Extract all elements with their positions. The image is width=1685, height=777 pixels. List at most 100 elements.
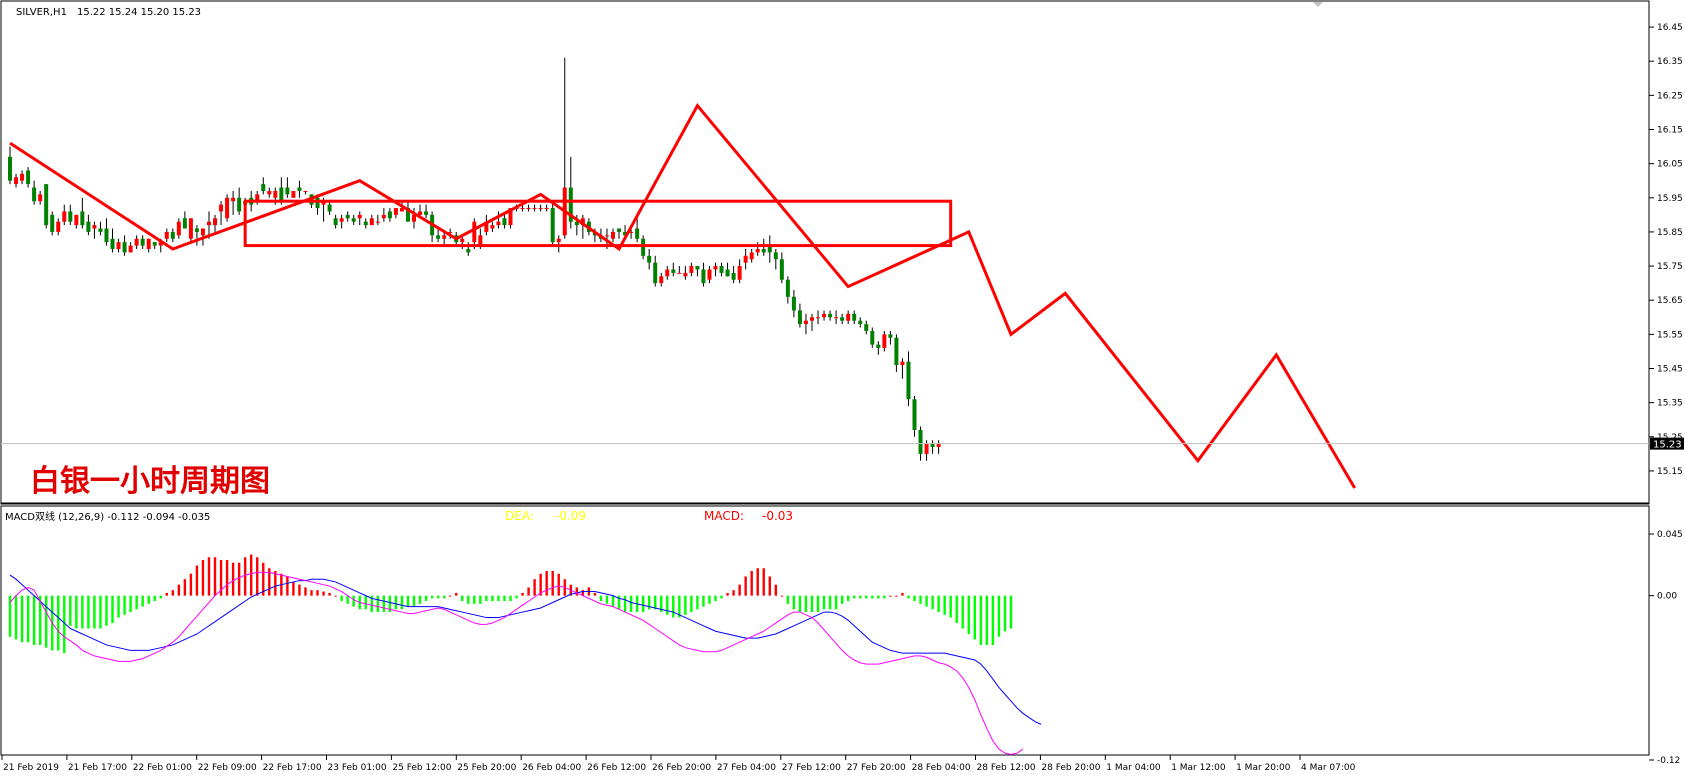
- candle-body: [116, 242, 121, 249]
- macd-histogram-bar: [967, 595, 970, 634]
- macd-histogram-bar: [798, 595, 802, 613]
- candle-body: [665, 269, 670, 277]
- candle-body: [345, 214, 350, 219]
- candle-body: [701, 269, 706, 284]
- macd-histogram-bar: [943, 595, 946, 615]
- macd-histogram-bar: [135, 595, 138, 610]
- macd-histogram-bar: [105, 595, 108, 626]
- candle-body: [62, 211, 67, 222]
- candle-body: [550, 208, 555, 243]
- macd-histogram-bar: [726, 592, 729, 596]
- candle-body: [219, 204, 224, 212]
- candle-body: [779, 259, 784, 280]
- macd-histogram-bar: [865, 595, 868, 599]
- price-tick-label: 15.65: [1657, 296, 1683, 306]
- macd-histogram-bar: [32, 595, 36, 645]
- candle-body: [182, 218, 187, 229]
- macd-histogram-bar: [895, 595, 898, 597]
- candle-body: [267, 190, 272, 195]
- candle-body: [291, 190, 296, 198]
- macd-histogram-bar: [816, 595, 820, 613]
- macd-histogram-bar: [804, 595, 808, 613]
- candle-body: [68, 211, 73, 222]
- price-tick-label: 15.55: [1657, 330, 1683, 340]
- candle-body: [876, 344, 881, 349]
- candle-body: [110, 238, 115, 249]
- candle-body: [369, 218, 374, 226]
- macd-histogram-bar: [545, 570, 548, 596]
- candle-body: [38, 194, 43, 202]
- time-tick-label: 21 Feb 2019: [3, 763, 59, 773]
- macd-histogram-bar: [183, 579, 187, 596]
- macd-histogram-bar: [406, 595, 410, 607]
- macd-histogram-bar: [605, 595, 609, 604]
- macd-histogram-bar: [243, 557, 247, 596]
- macd-histogram-bar: [322, 591, 325, 596]
- candle-body: [882, 334, 887, 349]
- macd-histogram-bar: [479, 595, 482, 604]
- macd-histogram-bar: [732, 590, 735, 596]
- macd-histogram-bar: [840, 595, 844, 604]
- macd-histogram-bar: [515, 595, 518, 599]
- macd-histogram-bar: [44, 595, 48, 648]
- macd-histogram-bar: [846, 595, 850, 602]
- macd-histogram-bar: [147, 595, 150, 604]
- macd-histogram-bar: [87, 595, 90, 629]
- candle-body: [200, 228, 205, 236]
- candle-body: [689, 266, 694, 273]
- macd-histogram-bar: [424, 595, 428, 602]
- macd-histogram-bar: [473, 595, 476, 604]
- candle-body: [261, 184, 266, 191]
- overlay-title: 白银一小时周期图: [30, 464, 270, 499]
- macd-histogram-bar: [189, 573, 193, 596]
- price-tick-label: 15.45: [1657, 365, 1683, 375]
- macd-histogram-bar: [641, 595, 645, 613]
- macd-histogram-bar: [738, 584, 741, 596]
- macd-histogram-bar: [442, 595, 446, 599]
- macd-histogram-bar: [99, 595, 102, 629]
- time-tick-label: 23 Feb 01:00: [328, 763, 387, 773]
- candle-body: [604, 235, 609, 237]
- candle-body: [134, 238, 139, 246]
- candle-body: [26, 170, 31, 185]
- time-tick-label: 27 Feb 12:00: [782, 763, 841, 773]
- macd-histogram-bar: [111, 595, 114, 624]
- macd-histogram-bar: [316, 590, 319, 596]
- macd-histogram-bar: [69, 595, 72, 626]
- time-tick-label: 27 Feb 20:00: [847, 763, 906, 773]
- candle-body: [44, 184, 49, 226]
- macd-histogram-bar: [207, 557, 211, 596]
- macd-histogram-bar: [376, 595, 380, 613]
- macd-histogram-bar: [20, 595, 24, 643]
- macd-histogram-bar: [985, 595, 989, 645]
- macd-histogram-bar: [828, 595, 832, 610]
- time-tick-label: 21 Feb 17:00: [68, 763, 127, 773]
- candle-body: [86, 221, 91, 232]
- candle-body: [213, 218, 218, 226]
- macd-histogram-bar: [611, 595, 615, 607]
- macd-histogram-bar: [400, 595, 404, 610]
- price-tick-label: 15.35: [1657, 399, 1683, 409]
- price-tick-label: 16.35: [1657, 57, 1683, 67]
- time-tick-label: 27 Feb 04:00: [717, 763, 776, 773]
- macd-histogram-bar: [304, 587, 307, 596]
- candle-body: [816, 317, 821, 319]
- macd-histogram-bar: [491, 595, 494, 602]
- macd-tick-label: 0.00: [1657, 592, 1677, 602]
- candle-body: [297, 187, 302, 191]
- candle-body: [387, 211, 392, 219]
- macd-histogram-bar: [418, 595, 422, 604]
- macd-histogram-bar: [853, 595, 856, 599]
- macd-histogram-bar: [919, 595, 922, 604]
- candle-body: [231, 197, 236, 202]
- time-tick-label: 25 Feb 20:00: [457, 763, 516, 773]
- candle-body: [906, 361, 911, 400]
- macd-histogram-bar: [991, 595, 995, 645]
- time-tick-label: 25 Feb 12:00: [392, 763, 451, 773]
- candle-body: [683, 272, 688, 277]
- macd-histogram-bar: [810, 595, 814, 613]
- macd-histogram-bar: [557, 573, 560, 596]
- candle-body: [761, 249, 766, 253]
- macd-histogram-bar: [822, 595, 826, 610]
- candle-body: [936, 443, 941, 448]
